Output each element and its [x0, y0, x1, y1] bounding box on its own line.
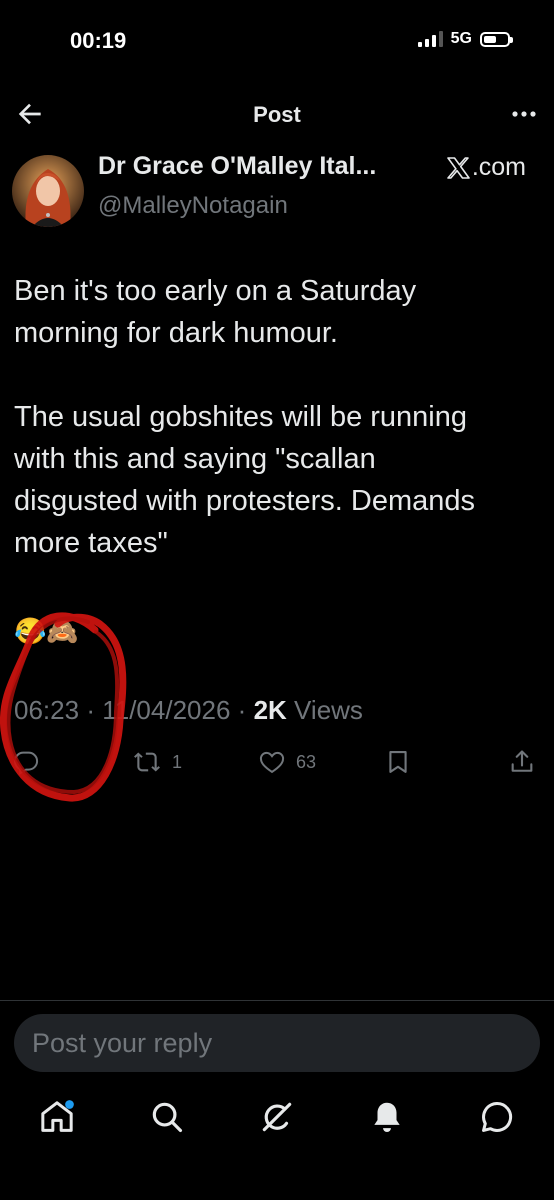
- post-date: 11/04/2026: [102, 695, 231, 725]
- page-title: Post: [253, 102, 301, 127]
- meta-separator: ·: [237, 695, 247, 725]
- post-actions: 1 63: [0, 748, 554, 788]
- author-name[interactable]: Dr Grace O'Malley Ital...: [98, 152, 376, 181]
- reply-button[interactable]: [12, 748, 40, 776]
- bookmark-button[interactable]: [384, 748, 412, 776]
- author-handle[interactable]: @MalleyNotagain: [98, 192, 288, 220]
- x-logo-icon: [447, 156, 470, 179]
- repost-count: 1: [172, 751, 183, 772]
- like-count: 63: [296, 751, 317, 772]
- reply-input[interactable]: [14, 1014, 540, 1072]
- more-horizontal-icon: [512, 111, 536, 117]
- share-button[interactable]: [508, 748, 536, 776]
- source-badge[interactable]: .com: [446, 153, 526, 182]
- share-icon: [511, 750, 533, 772]
- battery-icon: [480, 31, 513, 47]
- post-meta: 06:23 · 11/04/2026 · 2K Views: [14, 695, 363, 726]
- grok-icon: [262, 1102, 292, 1132]
- signal-icon: [417, 31, 443, 47]
- repost-icon: [134, 752, 160, 772]
- tab-notifications[interactable]: [362, 1092, 412, 1142]
- tab-grok[interactable]: [252, 1092, 302, 1142]
- network-label: 5G: [450, 30, 472, 47]
- repost-button[interactable]: 1: [132, 748, 182, 776]
- post-emojis: 😂🙈: [14, 616, 79, 646]
- divider: [0, 1000, 554, 1001]
- source-label: .com: [471, 153, 526, 181]
- avatar[interactable]: [12, 155, 84, 227]
- avatar-image: [12, 155, 84, 227]
- bookmark-icon: [389, 751, 407, 773]
- more-button[interactable]: [508, 100, 540, 128]
- post-text: Ben it's too early on a Saturday morning…: [14, 275, 475, 559]
- meta-separator: ·: [86, 695, 95, 725]
- notifications-icon: [374, 1102, 400, 1133]
- messages-icon: [482, 1102, 513, 1132]
- bottom-tab-bar: [0, 1092, 554, 1142]
- like-button[interactable]: 63: [258, 748, 316, 776]
- comment-icon: [13, 751, 39, 775]
- tab-search[interactable]: [142, 1092, 192, 1142]
- search-icon: [152, 1102, 183, 1133]
- views-count: 2K: [253, 695, 287, 725]
- reply-box[interactable]: [14, 1014, 540, 1072]
- status-indicators: 5G: [417, 30, 513, 48]
- tab-home[interactable]: [32, 1092, 82, 1142]
- tab-messages[interactable]: [472, 1092, 522, 1142]
- status-time: 00:19: [70, 28, 127, 53]
- home-icon: [41, 1100, 74, 1132]
- post-time: 06:23: [14, 695, 80, 725]
- heart-icon: [259, 751, 285, 774]
- views-label: Views: [294, 695, 363, 725]
